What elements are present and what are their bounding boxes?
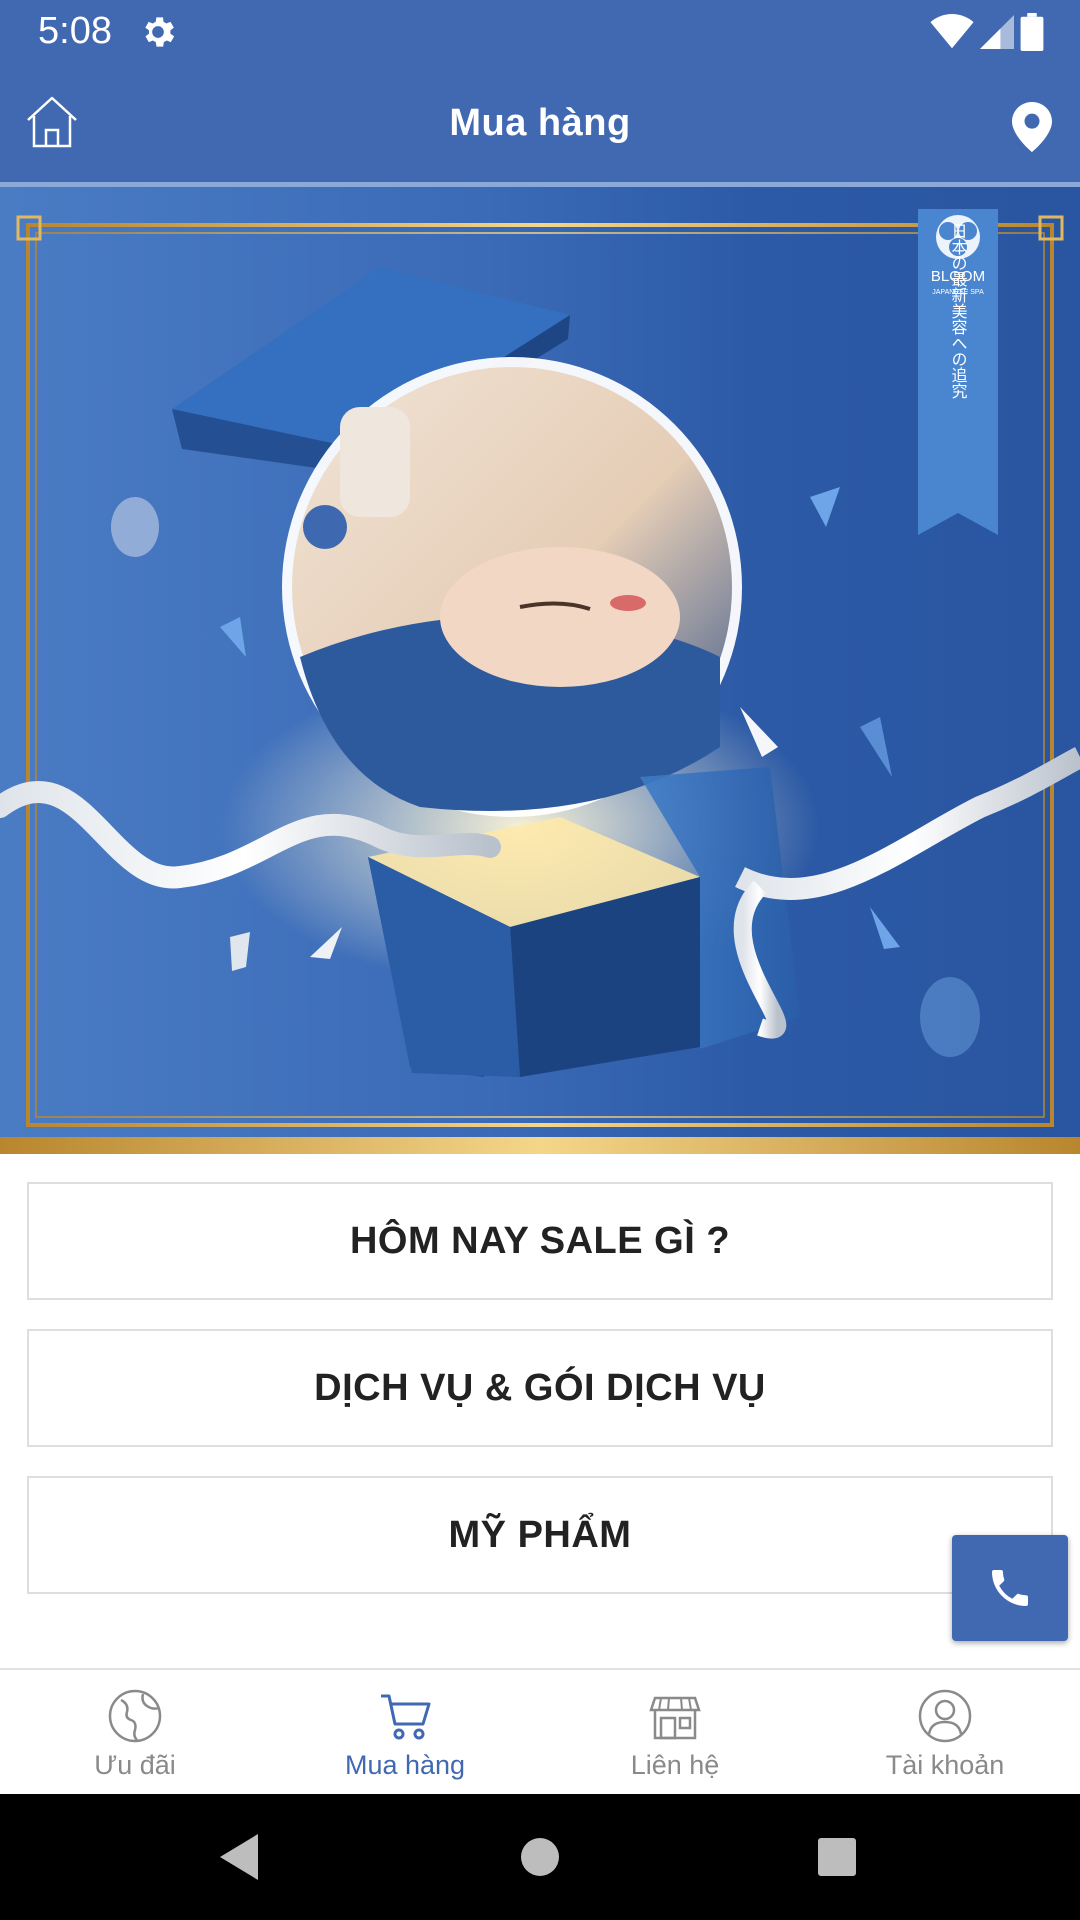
- nav-label-contact: Liên hệ: [630, 1750, 720, 1780]
- globe-icon: [108, 1689, 162, 1743]
- bottom-navigation: Ưu đãi Mua hàng Liên hệ Tài khoản: [0, 1668, 1080, 1796]
- call-button[interactable]: [952, 1535, 1068, 1641]
- store-icon: [649, 1696, 701, 1740]
- wifi-icon: [930, 14, 974, 49]
- menu-button-cosmetics[interactable]: MỸ PHẨM: [27, 1476, 1053, 1594]
- location-pin-icon[interactable]: [1012, 102, 1052, 152]
- signal-icon: [980, 15, 1014, 49]
- menu-button-services[interactable]: DỊCH VỤ & GÓI DỊCH VỤ: [27, 1329, 1053, 1447]
- app-bar: Mua hàng: [0, 64, 1080, 187]
- nav-item-contact[interactable]: Liên hệ: [540, 1670, 810, 1796]
- status-bar: 5:08: [0, 0, 1080, 64]
- status-icons: [930, 12, 1044, 52]
- promo-banner-artwork: BLOOM JAPANESE SPA 日本の最新美容への追究: [0, 209, 1080, 1154]
- menu-button-sale-today[interactable]: HÔM NAY SALE GÌ ?: [27, 1182, 1053, 1300]
- cart-icon: [381, 1694, 431, 1740]
- banner-vertical-text: 日本の最新美容への追究: [949, 223, 968, 399]
- back-icon[interactable]: [220, 1834, 258, 1880]
- phone-icon: [992, 1570, 1028, 1606]
- nav-item-shopping[interactable]: Mua hàng: [270, 1670, 540, 1796]
- page-title: Mua hàng: [449, 102, 631, 144]
- settings-gear-icon: [145, 17, 175, 47]
- home-circle-icon[interactable]: [521, 1838, 559, 1876]
- nav-label-shopping: Mua hàng: [344, 1750, 466, 1780]
- nav-item-account[interactable]: Tài khoản: [810, 1670, 1080, 1796]
- system-navigation-bar: [0, 1794, 1080, 1920]
- nav-label-account: Tài khoản: [885, 1750, 1005, 1780]
- promo-banner[interactable]: BLOOM JAPANESE SPA 日本の最新美容への追究: [0, 187, 1080, 1154]
- status-time: 5:08: [38, 10, 112, 52]
- nav-item-offers[interactable]: Ưu đãi: [0, 1670, 270, 1796]
- account-icon: [918, 1689, 972, 1743]
- nav-label-offers: Ưu đãi: [94, 1750, 176, 1780]
- recents-icon[interactable]: [818, 1838, 856, 1876]
- battery-icon: [1020, 13, 1044, 51]
